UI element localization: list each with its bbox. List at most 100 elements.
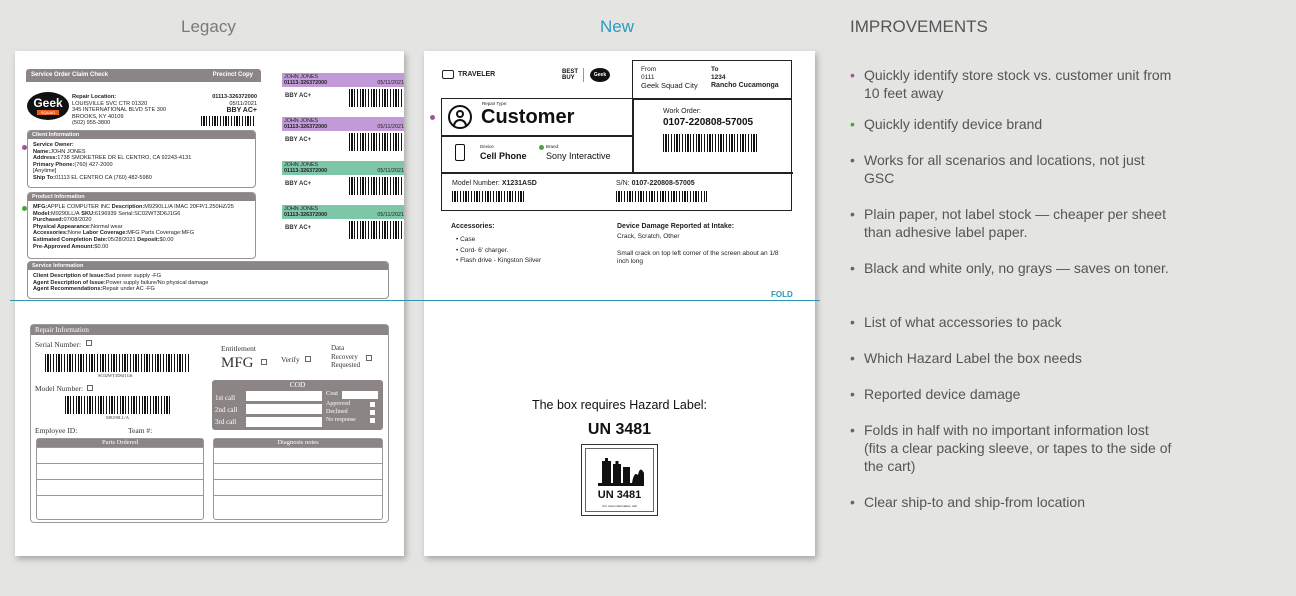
- customer-dot: [430, 115, 435, 120]
- name-label: Name:: [33, 148, 51, 155]
- to-block: To 1234 Rancho Cucamonga: [711, 66, 779, 90]
- sn-barcode: [616, 191, 707, 202]
- accessories-label: Accessories:: [451, 223, 495, 230]
- tag-barcode: [349, 89, 404, 107]
- device-label: Device: [480, 144, 494, 149]
- improvement-item: Which Hazard Label the box needs: [864, 350, 1082, 366]
- legacy-tag: JOHN JONES 01113-326372000 05/11/2021 BBY …: [282, 205, 404, 239]
- call-label: 2nd call: [215, 406, 238, 414]
- repair-location-label: Repair Location:: [72, 94, 117, 100]
- data-recovery-checkbox[interactable]: [366, 355, 372, 361]
- product-line-value: M9290LL/A IMAC 20FP/1.250HZ/25: [144, 204, 234, 210]
- verify-label: Verify: [281, 355, 300, 364]
- repair-location: Repair Location: LOUISVILLE SVC CTR 0132…: [72, 94, 166, 127]
- improvement-item: Quickly identify device brand: [864, 116, 1043, 132]
- product-line-label: Purchased:: [33, 217, 64, 224]
- model-label: Model Number:: [35, 384, 84, 393]
- data-recovery-label: Data Recovery Requested: [331, 344, 361, 369]
- product-info-body: MFG:APPLE COMPUTER INC Description:M9290…: [28, 201, 255, 250]
- cost-input[interactable]: [342, 391, 378, 399]
- model-label: Model Number:: [452, 180, 500, 187]
- client-name: JOHN JONES: [50, 148, 86, 155]
- tag-label: BBY AC+: [285, 225, 312, 231]
- cod-calls: 1st call 2nd call 3rd call: [215, 392, 237, 428]
- tag-header: JOHN JONES 01113-326372000 05/11/2021: [282, 73, 404, 87]
- ship-to: 01113 EL CENTRO CA (760) 482-5980: [54, 174, 152, 181]
- product-line-label: MFG:: [33, 204, 48, 210]
- bullet: •: [850, 350, 855, 366]
- improvement-item: Quickly identify store stock vs. custome…: [864, 67, 1172, 101]
- tag-number: 01113-326372000: [284, 168, 328, 174]
- entitlement-checkbox[interactable]: [261, 359, 267, 365]
- tag-date: 05/11/2021: [377, 212, 404, 218]
- status-checkbox[interactable]: [370, 418, 375, 423]
- sn-value: 0107-220808-57005: [631, 180, 695, 187]
- tag-label: BBY AC+: [285, 93, 312, 99]
- product-info-title: Product Information: [28, 193, 255, 201]
- purple-dot: [22, 145, 27, 150]
- status-checkbox[interactable]: [370, 402, 375, 407]
- accessory-item: Cord- 6' charger.: [460, 246, 509, 254]
- repair-location-line: (502) 955-3800: [72, 120, 111, 127]
- model-checkbox[interactable]: [87, 385, 93, 391]
- product-line-value: Normal wear: [90, 223, 123, 230]
- status-label: Approved: [326, 401, 350, 407]
- new-traveler-label: TRAVELER BEST BUY Geek From 0111 Geek Sq…: [424, 51, 815, 556]
- client-info-body: Service Owner: Name:JOHN JONES Address:1…: [28, 139, 255, 182]
- work-order-barcode: [663, 134, 759, 152]
- cod-statuses: Approved Declined No response: [326, 400, 356, 424]
- serial-checkbox[interactable]: [86, 340, 92, 346]
- repair-info-box: Repair Information Serial Number: SC02WT…: [30, 324, 389, 523]
- entitlement-value: MFG: [221, 355, 254, 371]
- model-number: Model Number: X1231ASD: [452, 180, 537, 187]
- device-value: Cell Phone: [480, 151, 527, 161]
- bullet: •: [850, 314, 855, 330]
- status-label: No response: [326, 417, 356, 423]
- bullet: •: [850, 260, 855, 276]
- tag-header: JOHN JONES 01113-326372000 05/11/2021: [282, 117, 404, 131]
- product-line-label: Description:: [110, 204, 145, 210]
- model-barcode: [65, 396, 170, 414]
- product-info-box: Product Information MFG:APPLE COMPUTER I…: [27, 192, 256, 259]
- tag-header: JOHN JONES 01113-326372000 05/11/2021: [282, 205, 404, 219]
- order-info: 01113-326372000 05/11/2021 BBY AC+: [195, 94, 257, 115]
- tag-label: BBY AC+: [285, 181, 312, 187]
- status-checkbox[interactable]: [370, 410, 375, 415]
- product-line-value: None: [67, 230, 82, 237]
- product-line-value: M9290LL/A: [51, 210, 80, 217]
- legacy-header-title: Service Order Claim Check: [31, 72, 109, 78]
- improvement-item: Clear ship-to and ship-from location: [864, 494, 1085, 510]
- service-line-label: Client Description of Issue:: [33, 273, 106, 279]
- tag-barcode: [349, 133, 404, 151]
- diagnosis-notes-grid: Diagnosis notes: [213, 438, 383, 520]
- best-buy-logo: BEST BUY: [562, 69, 579, 81]
- tag-barcode: [349, 177, 404, 195]
- ship-label: Ship To:: [33, 174, 55, 181]
- repair-location-line: BROOKS, KY 40109: [72, 113, 124, 120]
- call-input[interactable]: [245, 390, 323, 402]
- model-barcode: [452, 191, 525, 202]
- traveler-label: TRAVELER: [458, 71, 496, 78]
- tag-date: 05/11/2021: [377, 80, 404, 86]
- cod-box: COD 1st call 2nd call 3rd call Cost Appr…: [212, 380, 383, 430]
- product-line-label: Deposit:: [135, 236, 160, 243]
- verify-checkbox[interactable]: [305, 356, 311, 362]
- brand-label: Brand:: [546, 144, 560, 149]
- tag-label: BBY AC+: [285, 137, 312, 143]
- tag-header: JOHN JONES 01113-326372000 05/11/2021: [282, 161, 404, 175]
- damage-note: Small crack on top left corner of the sc…: [617, 250, 779, 265]
- repair-location-line: LOUISVILLE SVC CTR 01320: [72, 100, 148, 107]
- product-line-label: SKU:: [79, 210, 95, 217]
- new-heading: New: [600, 17, 635, 36]
- service-line-label: Agent Description of Issue:: [33, 279, 106, 286]
- tag-date: 05/11/2021: [377, 168, 404, 174]
- to-name: Rancho Cucamonga: [711, 82, 779, 89]
- call-input[interactable]: [245, 416, 323, 428]
- product-line-value: APPLE COMPUTER INC: [47, 204, 111, 210]
- improvement-item: List of what accessories to pack: [864, 314, 1062, 330]
- phone-label: Primary Phone:: [33, 161, 75, 168]
- accessory-item: Flash drive - Kingston Silver: [460, 257, 542, 264]
- call-input[interactable]: [245, 403, 323, 415]
- green-dot: [22, 206, 27, 211]
- cost-label: Cost: [326, 390, 338, 397]
